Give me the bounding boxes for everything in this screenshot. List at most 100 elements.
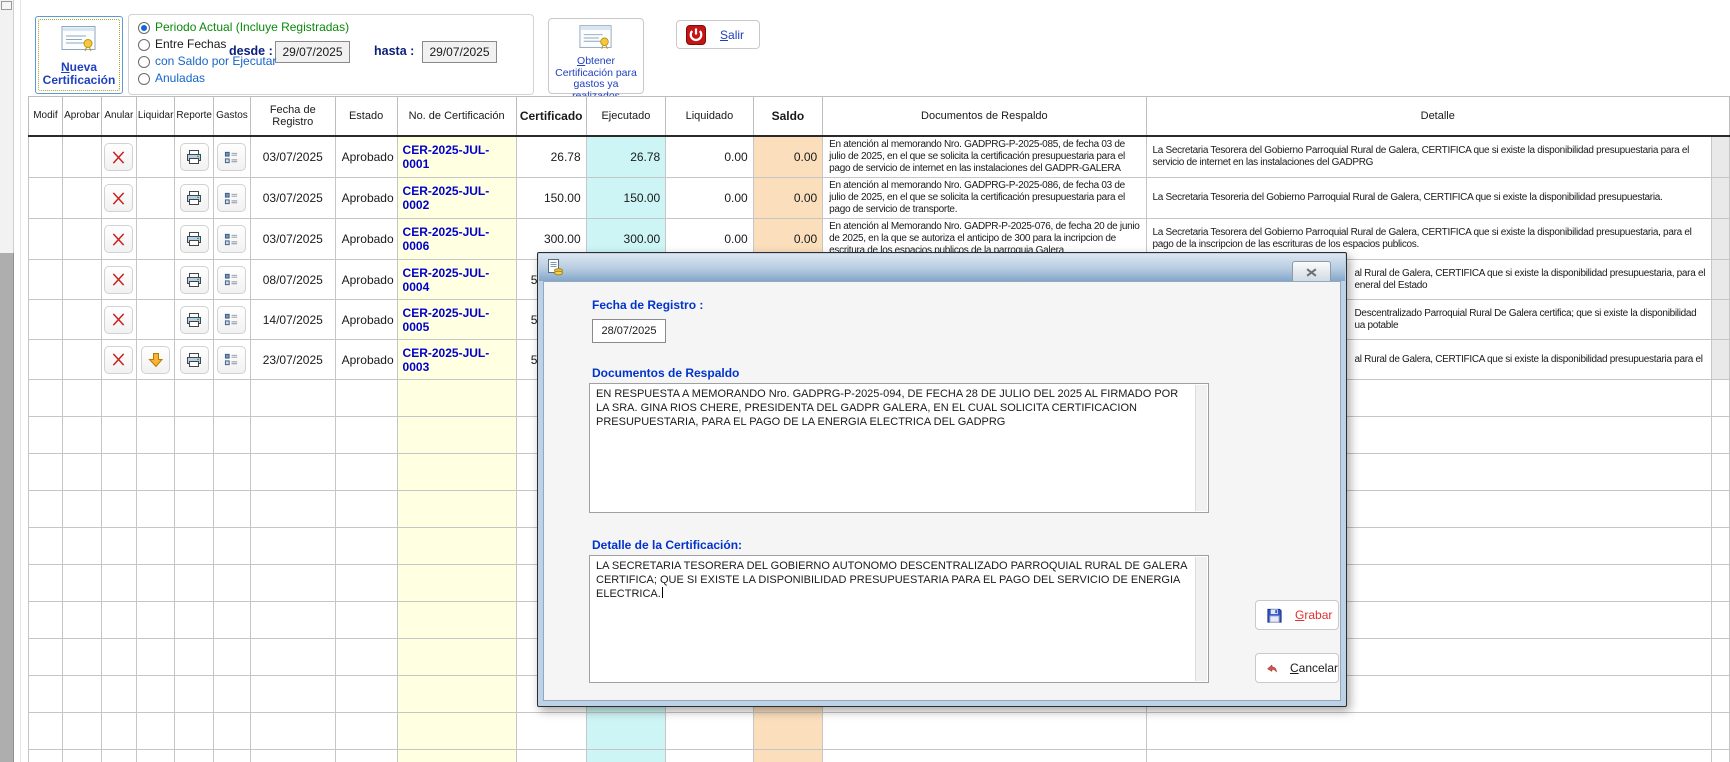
filter-radio-2[interactable]: con Saldo por Ejecutar bbox=[138, 55, 276, 68]
empty-cell bbox=[62, 565, 101, 602]
empty-cell bbox=[136, 713, 175, 750]
cell-fecha-registro: 23/07/2025 bbox=[250, 340, 335, 380]
empty-cell bbox=[62, 602, 101, 639]
anular-button[interactable] bbox=[104, 306, 133, 334]
empty-cell bbox=[1712, 454, 1730, 491]
empty-cell bbox=[29, 454, 63, 491]
gastos-button[interactable] bbox=[217, 143, 246, 171]
anular-button[interactable] bbox=[104, 266, 133, 294]
undo-arrow-icon bbox=[1266, 661, 1278, 676]
radio-selected-icon[interactable] bbox=[138, 22, 150, 34]
filter-radio-0[interactable]: Periodo Actual (Incluye Registradas) bbox=[138, 21, 349, 34]
empty-cell bbox=[335, 417, 397, 454]
empty-cell bbox=[1712, 491, 1730, 528]
empty-cell bbox=[101, 713, 136, 750]
cancelar-button[interactable]: Cancelar bbox=[1255, 653, 1339, 683]
gastos-button[interactable] bbox=[217, 346, 246, 374]
empty-cell bbox=[335, 676, 397, 713]
radio-icon[interactable] bbox=[138, 56, 150, 68]
cell-reporte bbox=[175, 136, 214, 178]
reporte-button[interactable] bbox=[180, 143, 209, 171]
textarea-scrollbar[interactable] bbox=[1195, 557, 1207, 681]
anular-button[interactable] bbox=[104, 143, 133, 171]
radio-icon[interactable] bbox=[138, 73, 150, 85]
cell-certification-number[interactable]: CER-2025-JUL-0006 bbox=[397, 219, 516, 260]
cell-gastos bbox=[214, 219, 251, 260]
anular-button[interactable] bbox=[104, 225, 133, 253]
col-header-documentos-de-respaldo: Documentos de Respaldo bbox=[823, 97, 1146, 137]
empty-cell bbox=[101, 417, 136, 454]
dialog-close-button[interactable] bbox=[1292, 261, 1331, 283]
cell-saldo: 0.00 bbox=[753, 178, 823, 219]
empty-cell bbox=[335, 380, 397, 417]
cell-row-strip bbox=[1712, 300, 1730, 340]
obtener-certificacion-button[interactable]: Obtener Certificación para gastos ya rea… bbox=[548, 18, 644, 94]
empty-cell bbox=[1712, 676, 1730, 713]
gastos-button[interactable] bbox=[217, 266, 246, 294]
empty-cell bbox=[175, 713, 214, 750]
reporte-button[interactable] bbox=[180, 346, 209, 374]
gastos-button[interactable] bbox=[217, 184, 246, 212]
text-cursor bbox=[662, 587, 663, 598]
cell-anular bbox=[101, 219, 136, 260]
app-window: Nueva Certificación desde : 29/07/2025 h… bbox=[0, 0, 1730, 762]
desde-date-field[interactable]: 29/07/2025 bbox=[275, 41, 350, 63]
empty-table-row bbox=[29, 713, 1730, 750]
detail-grid-icon bbox=[224, 232, 239, 247]
reporte-button[interactable] bbox=[180, 184, 209, 212]
cell-certification-number[interactable]: CER-2025-JUL-0004 bbox=[397, 260, 516, 300]
empty-cell bbox=[397, 491, 516, 528]
liquidar-button[interactable] bbox=[141, 346, 170, 374]
empty-cell bbox=[516, 750, 586, 762]
col-header-gastos: Gastos bbox=[214, 97, 251, 137]
gastos-button[interactable] bbox=[217, 306, 246, 334]
empty-cell bbox=[335, 750, 397, 762]
empty-cell bbox=[214, 528, 251, 565]
cell-certification-number[interactable]: CER-2025-JUL-0003 bbox=[397, 340, 516, 380]
documentos-respaldo-textarea[interactable]: EN RESPUESTA A MEMORANDO Nro. GADPRG-P-2… bbox=[589, 383, 1209, 513]
cell-certification-number[interactable]: CER-2025-JUL-0001 bbox=[397, 136, 516, 178]
cell-modif bbox=[29, 219, 63, 260]
empty-cell bbox=[335, 713, 397, 750]
salir-button[interactable]: Salir bbox=[676, 20, 760, 49]
anular-button[interactable] bbox=[104, 184, 133, 212]
cell-modif bbox=[29, 178, 63, 219]
dialog-titlebar[interactable] bbox=[539, 254, 1345, 281]
red-x-icon bbox=[111, 191, 126, 206]
cell-certification-number[interactable]: CER-2025-JUL-0002 bbox=[397, 178, 516, 219]
nueva-certificacion-button[interactable]: Nueva Certificación bbox=[35, 16, 123, 94]
cell-estado: Aprobado bbox=[335, 340, 397, 380]
radio-icon[interactable] bbox=[138, 39, 150, 51]
hasta-date-field[interactable]: 29/07/2025 bbox=[422, 41, 497, 63]
detalle-certificacion-textarea[interactable]: LA SECRETARIA TESORERA DEL GOBIERNO AUTO… bbox=[589, 555, 1209, 683]
filter-radio-label: con Saldo por Ejecutar bbox=[155, 55, 276, 68]
grabar-button[interactable]: Grabar bbox=[1255, 600, 1339, 630]
empty-cell bbox=[214, 417, 251, 454]
col-header-saldo: Saldo bbox=[753, 97, 823, 137]
cell-anular bbox=[101, 340, 136, 380]
empty-cell bbox=[175, 750, 214, 762]
certification-dialog: Fecha de Registro : 28/07/2025 Documento… bbox=[537, 252, 1347, 707]
empty-cell bbox=[29, 602, 63, 639]
filter-radio-3[interactable]: Anuladas bbox=[138, 72, 205, 85]
cell-certification-number[interactable]: CER-2025-JUL-0005 bbox=[397, 300, 516, 340]
certificate-icon bbox=[579, 24, 613, 51]
filter-radio-1[interactable]: Entre Fechas bbox=[138, 38, 226, 51]
empty-cell bbox=[214, 380, 251, 417]
col-header-liquidar: Liquidar bbox=[136, 97, 175, 137]
empty-cell bbox=[29, 417, 63, 454]
cell-gastos bbox=[214, 178, 251, 219]
textarea-scrollbar[interactable] bbox=[1195, 385, 1207, 511]
anular-button[interactable] bbox=[104, 346, 133, 374]
col-header-modif: Modif bbox=[29, 97, 63, 137]
red-x-icon bbox=[111, 150, 126, 165]
cell-anular bbox=[101, 178, 136, 219]
gastos-button[interactable] bbox=[217, 225, 246, 253]
reporte-button[interactable] bbox=[180, 266, 209, 294]
reporte-button[interactable] bbox=[180, 225, 209, 253]
empty-cell bbox=[62, 417, 101, 454]
empty-cell bbox=[1712, 602, 1730, 639]
reporte-button[interactable] bbox=[180, 306, 209, 334]
fecha-registro-field[interactable]: 28/07/2025 bbox=[592, 319, 666, 343]
empty-cell bbox=[62, 750, 101, 762]
